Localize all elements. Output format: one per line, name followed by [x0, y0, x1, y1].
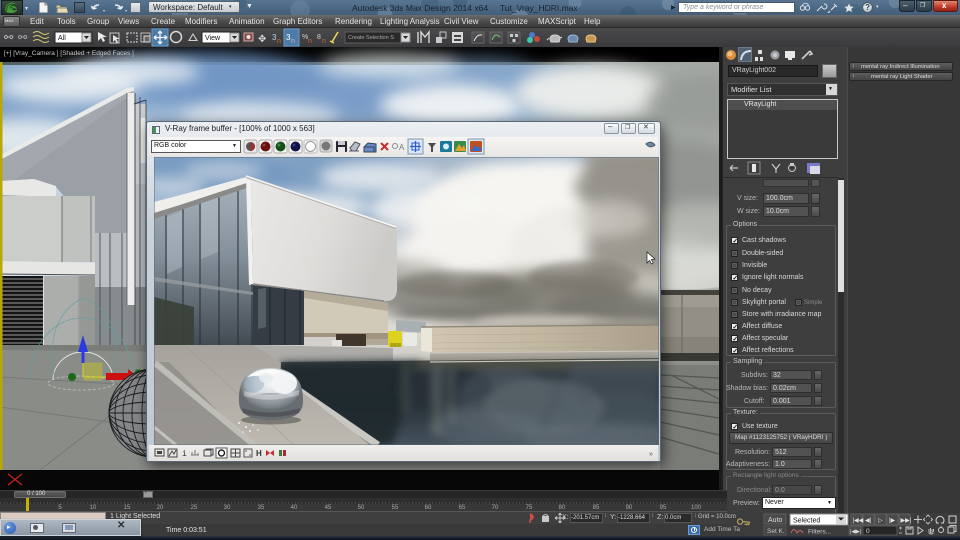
- svg-text:i: i: [182, 450, 187, 459]
- svg-text:Auto: Auto: [768, 517, 783, 524]
- svg-text:✥: ✥: [258, 34, 266, 45]
- svg-text:»: »: [649, 451, 653, 458]
- svg-text:0: 0: [866, 528, 870, 535]
- svg-text:All: All: [58, 35, 66, 42]
- svg-text:n: n: [277, 38, 281, 45]
- svg-text:n: n: [291, 38, 295, 45]
- svg-text:A: A: [399, 143, 405, 152]
- svg-text:n: n: [322, 38, 326, 45]
- svg-text:|◀◀: |◀◀: [853, 518, 864, 524]
- svg-text:Set K.: Set K.: [767, 528, 785, 535]
- svg-text:H: H: [256, 449, 262, 458]
- svg-text:⚯: ⚯: [18, 32, 28, 44]
- svg-text:⚯: ⚯: [4, 32, 14, 44]
- svg-text:◀|: ◀|: [865, 518, 872, 524]
- svg-text:|◀▶|: |◀▶|: [850, 529, 861, 535]
- svg-text:▷: ▷: [878, 518, 883, 524]
- svg-text:n: n: [308, 38, 312, 45]
- svg-text:|▶: |▶: [889, 518, 896, 524]
- svg-text:8: 8: [317, 34, 321, 41]
- svg-text:Create Selection S: Create Selection S: [348, 35, 394, 41]
- svg-text:View: View: [205, 35, 221, 42]
- svg-text:Filters...: Filters...: [808, 529, 831, 536]
- svg-text:▶▶|: ▶▶|: [901, 518, 912, 524]
- svg-text:Selected: Selected: [793, 518, 820, 525]
